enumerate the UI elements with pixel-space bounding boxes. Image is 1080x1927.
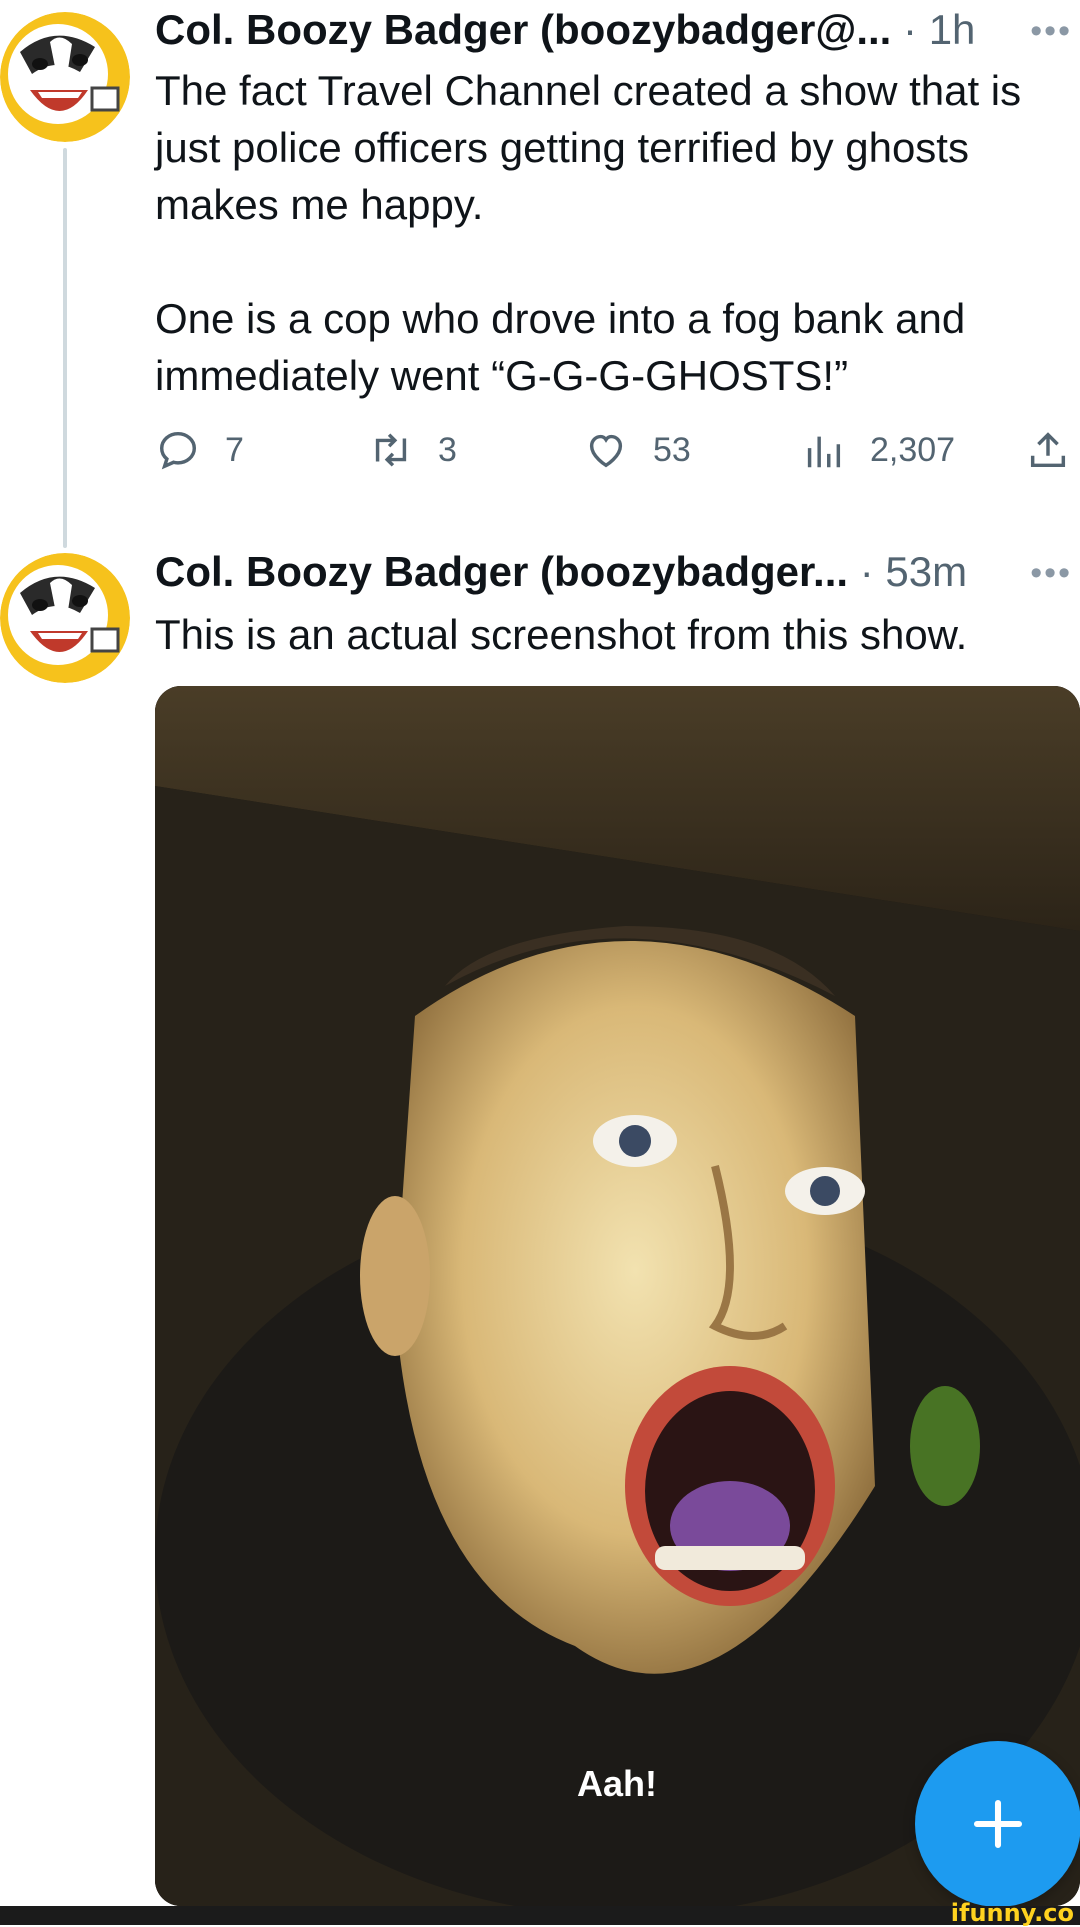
- tweet-header: Col. Boozy Badger (boozybadger@... · 1h: [155, 5, 975, 55]
- avatar[interactable]: [0, 553, 130, 683]
- timestamp[interactable]: 53m: [885, 548, 967, 595]
- retweet-button[interactable]: 3: [368, 427, 457, 473]
- tweet-text: The fact Travel Channel created a show t…: [155, 67, 1022, 399]
- watermark: ifunny.co: [950, 1899, 1074, 1927]
- display-name[interactable]: Col. Boozy Badger (boozybadger@...: [155, 6, 891, 53]
- retweet-count: 3: [438, 430, 457, 469]
- separator-dot: ·: [859, 548, 874, 595]
- reply-icon: [159, 431, 197, 470]
- media-caption: Aah!: [577, 1763, 657, 1804]
- screenshot-photo: Aah!: [155, 686, 1080, 1906]
- more-horizontal-icon[interactable]: •••: [1030, 12, 1072, 51]
- tweet-media-image[interactable]: Aah!: [155, 686, 1080, 1906]
- more-horizontal-icon[interactable]: •••: [1030, 554, 1072, 593]
- reply-button[interactable]: 7: [155, 427, 244, 473]
- bottom-bar: [0, 1906, 1080, 1925]
- heart-icon: [589, 434, 623, 468]
- share-icon: [1030, 432, 1066, 468]
- tweet-actions: 7 3 53 2,307: [155, 427, 1080, 487]
- timestamp[interactable]: 1h: [929, 6, 976, 53]
- like-button[interactable]: 53: [583, 427, 691, 473]
- plus-icon: [973, 1799, 1023, 1849]
- views-chart-icon: [807, 436, 841, 468]
- tweet-header: Col. Boozy Badger (boozybadger... · 53m: [155, 547, 967, 597]
- compose-button[interactable]: [915, 1741, 1080, 1907]
- separator-dot: ·: [903, 6, 918, 53]
- share-button[interactable]: [1025, 427, 1071, 473]
- reply-count: 7: [225, 430, 244, 469]
- views-count: 2,307: [870, 430, 956, 469]
- thread-connector: [63, 148, 67, 548]
- display-name[interactable]: Col. Boozy Badger (boozybadger...: [155, 548, 848, 595]
- retweet-icon: [375, 433, 407, 467]
- views-button[interactable]: 2,307: [800, 427, 955, 473]
- like-count: 53: [653, 430, 691, 469]
- avatar[interactable]: [0, 12, 130, 142]
- tweet-text: This is an actual screenshot from this s…: [155, 611, 968, 658]
